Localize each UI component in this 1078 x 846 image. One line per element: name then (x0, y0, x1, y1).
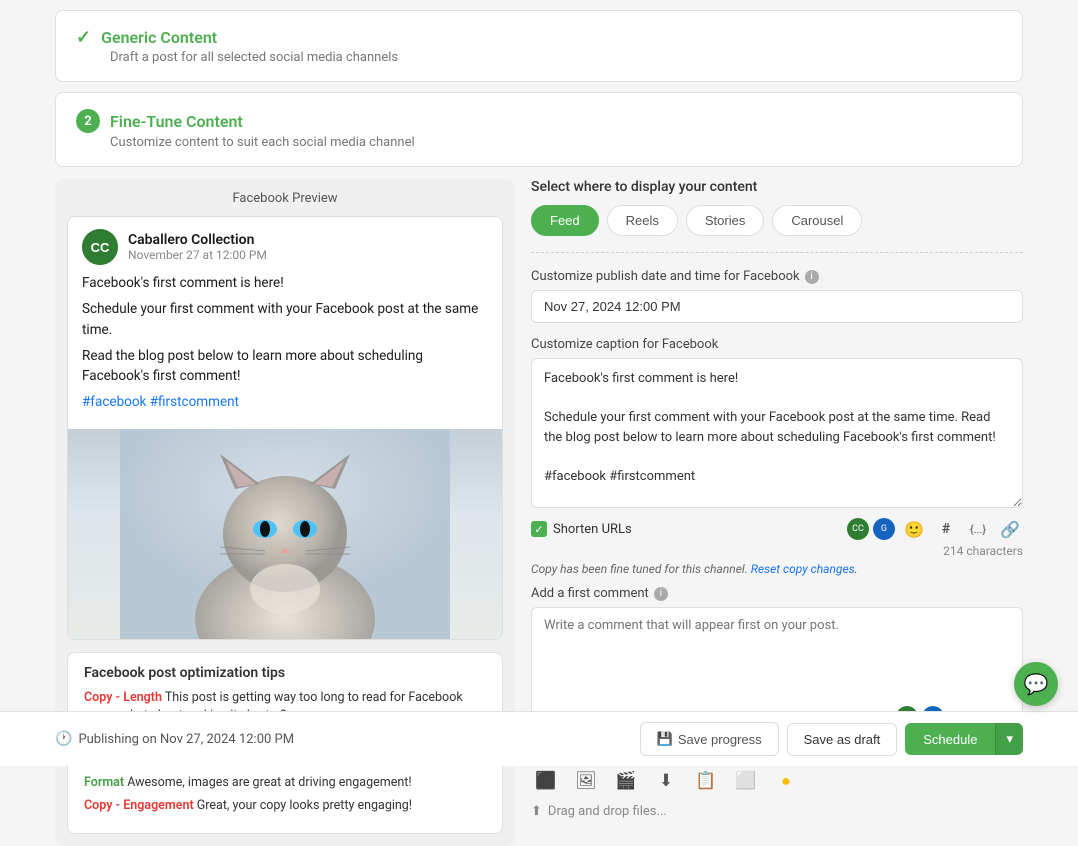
drag-drop-area: ⬆ Drag and drop files... (531, 804, 1023, 819)
upload-icon: ⬆ (531, 804, 542, 819)
step-1-card: ✓ Generic Content Draft a post for all s… (55, 10, 1023, 82)
tab-reels[interactable]: Reels (607, 205, 678, 236)
publishing-info: 🕐 Publishing on Nov 27, 2024 12:00 PM (55, 731, 294, 747)
tab-bar: Feed Reels Stories Carousel (531, 205, 1023, 236)
fb-post-time: November 27 at 12:00 PM (128, 248, 267, 262)
reset-link[interactable]: Reset copy changes. (751, 562, 858, 576)
media-toolbar: ⬛ 🖼 🎬 ⬇ 📋 ⬜ ● (531, 766, 1023, 796)
page-wrapper: ✓ Generic Content Draft a post for all s… (0, 10, 1078, 846)
schedule-btn-group: Schedule ▾ (905, 723, 1023, 755)
cat-figure (68, 429, 502, 639)
save-draft-button[interactable]: Save as draft (787, 723, 898, 756)
step-2-subtitle: Customize content to suit each social me… (110, 135, 1002, 150)
tip-4-text: Great, your copy looks pretty engaging! (197, 798, 412, 813)
media-icon-2[interactable]: 🖼 (571, 766, 601, 796)
tab-feed[interactable]: Feed (531, 205, 599, 236)
step-1-check-icon: ✓ (76, 27, 91, 48)
tip-3-label: Format (84, 775, 124, 790)
shorten-urls-row: ✓ Shorten URLs (531, 521, 632, 537)
fb-body-line2: Read the blog post below to learn more a… (82, 346, 488, 387)
caption-textarea[interactable]: Facebook's first comment is here! Schedu… (531, 358, 1023, 508)
emoji-icon[interactable]: 🙂 (901, 516, 927, 542)
media-icon-6[interactable]: ⬜ (731, 766, 761, 796)
save-icon: 💾 (657, 731, 673, 747)
tip-3-text: Awesome, images are great at driving eng… (127, 775, 411, 790)
publishing-text: Publishing on Nov 27, 2024 12:00 PM (78, 732, 294, 747)
fb-first-comment: Facebook's first comment is here! (82, 273, 488, 293)
caption-box: Facebook's first comment is here! Schedu… (531, 358, 1023, 558)
tip-1-label: Copy - Length (84, 690, 162, 705)
svg-text:CC: CC (91, 240, 110, 255)
step-1-header: ✓ Generic Content (76, 27, 1002, 48)
step-2-number: 2 (76, 109, 100, 133)
first-comment-label: Add a first comment i (531, 586, 1023, 601)
drag-drop-text: Drag and drop files... (548, 804, 667, 819)
link-icon[interactable]: 🔗 (997, 516, 1023, 542)
fb-post-header: CC Caballero Collection November 27 at 1… (68, 217, 502, 273)
shorten-urls-label: Shorten URLs (553, 522, 632, 537)
caption-icons: CC G 🙂 # {...} 🔗 (847, 516, 1023, 542)
bottom-actions: 💾 Save progress Save as draft Schedule ▾ (640, 722, 1023, 756)
clock-icon: 🕐 (55, 731, 72, 747)
display-label: Select where to display your content (531, 179, 1023, 195)
comment-info-icon[interactable]: i (654, 587, 668, 601)
caption-footer: ✓ Shorten URLs CC G 🙂 # {...} 🔗 (531, 516, 1023, 542)
facebook-post-card: CC Caballero Collection November 27 at 1… (67, 216, 503, 640)
avatar-sm-1: CC (847, 518, 869, 540)
step-1-subtitle: Draft a post for all selected social med… (110, 50, 1002, 65)
fb-avatar: CC (82, 229, 118, 265)
save-progress-button[interactable]: 💾 Save progress (640, 722, 779, 756)
tab-carousel[interactable]: Carousel (772, 205, 862, 236)
date-input[interactable] (531, 290, 1023, 323)
media-icon-4[interactable]: ⬇ (651, 766, 681, 796)
tip-4-label: Copy - Engagement (84, 798, 194, 813)
chat-bubble[interactable]: 💬 (1014, 662, 1058, 706)
divider (531, 252, 1023, 253)
chat-icon: 💬 (1024, 672, 1049, 696)
tip-3: Format Awesome, images are great at driv… (84, 774, 486, 793)
fb-page-name: Caballero Collection (128, 232, 267, 248)
media-icon-5[interactable]: 📋 (691, 766, 721, 796)
media-icon-7[interactable]: ● (771, 766, 801, 796)
step-2-card: 2 Fine-Tune Content Customize content to… (55, 92, 1023, 167)
step-2-title: Fine-Tune Content (110, 112, 243, 131)
fb-post-image (68, 429, 502, 639)
tab-stories[interactable]: Stories (686, 205, 764, 236)
media-icon-1[interactable]: ⬛ (531, 766, 561, 796)
bottom-bar: 🕐 Publishing on Nov 27, 2024 12:00 PM 💾 … (0, 711, 1078, 766)
fb-body-line1: Schedule your first comment with your Fa… (82, 299, 488, 340)
fine-tune-note: Copy has been fine tuned for this channe… (531, 562, 1023, 576)
avatar-sm-2: G (873, 518, 895, 540)
media-icon-3[interactable]: 🎬 (611, 766, 641, 796)
date-label: Customize publish date and time for Face… (531, 269, 1023, 284)
date-info-icon[interactable]: i (805, 270, 819, 284)
opt-tips-title: Facebook post optimization tips (84, 665, 486, 681)
caption-label: Customize caption for Facebook (531, 337, 1023, 352)
code-icon[interactable]: {...} (965, 516, 991, 542)
step-2-header: 2 Fine-Tune Content (76, 109, 1002, 133)
preview-label: Facebook Preview (67, 191, 503, 206)
comment-textarea[interactable] (532, 608, 1022, 698)
tip-4: Copy - Engagement Great, your copy looks… (84, 797, 486, 816)
step-1-title: Generic Content (101, 28, 217, 47)
shorten-urls-checkbox[interactable]: ✓ (531, 521, 547, 537)
hashtag-icon[interactable]: # (933, 516, 959, 542)
schedule-dropdown-button[interactable]: ▾ (995, 723, 1023, 755)
caption-avatar-icons: CC G (847, 518, 895, 540)
char-count: 214 characters (531, 544, 1023, 558)
fb-post-body: Facebook's first comment is here! Schedu… (68, 273, 502, 429)
fb-hashtags: #facebook #firstcomment (82, 392, 488, 412)
schedule-button[interactable]: Schedule (905, 723, 995, 755)
